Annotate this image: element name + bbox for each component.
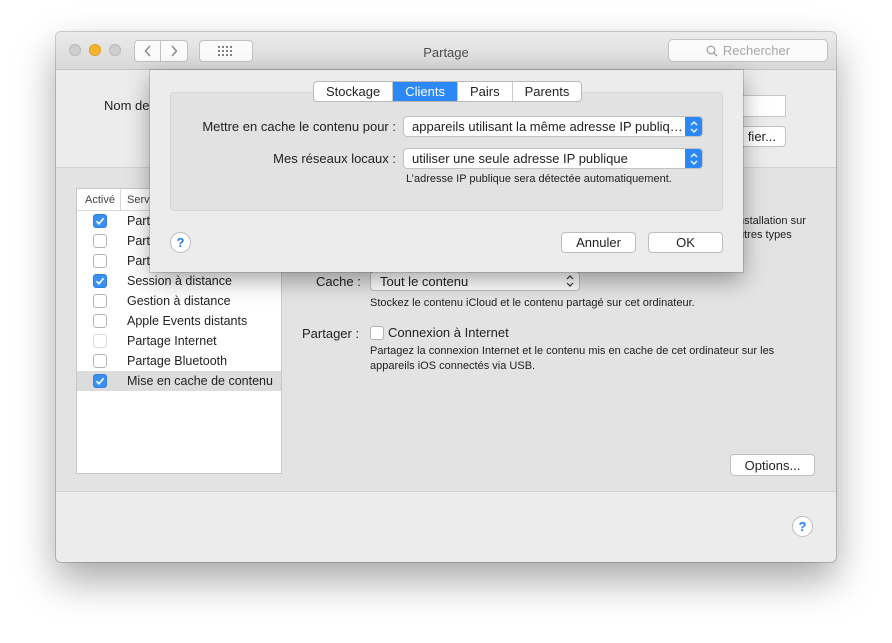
options-button[interactable]: Options... bbox=[730, 454, 815, 476]
service-checkbox[interactable] bbox=[93, 214, 107, 228]
search-icon bbox=[706, 45, 718, 57]
content-caching-sheet: Stockage Clients Pairs Parents Mettre en ca… bbox=[150, 70, 743, 272]
cache-label: Cache : bbox=[316, 274, 361, 289]
share-description-line2: appareils iOS connectés via USB. bbox=[370, 360, 536, 372]
service-label: Part bbox=[127, 234, 150, 248]
service-label: Mise en cache de contenu bbox=[127, 374, 273, 388]
local-networks-label: Mes réseaux locaux : bbox=[273, 151, 396, 166]
service-label: Part bbox=[127, 254, 150, 268]
updown-arrows-icon bbox=[685, 117, 702, 136]
service-row[interactable]: Gestion à distance bbox=[77, 291, 281, 311]
tab-pairs[interactable]: Pairs bbox=[458, 82, 513, 101]
internet-connection-label[interactable]: Connexion à Internet bbox=[388, 325, 509, 340]
cache-for-select-value: appareils utilisant la même adresse IP p… bbox=[412, 119, 684, 134]
public-ip-hint: L’adresse IP publique sera détectée auto… bbox=[406, 173, 672, 185]
cache-select-value: Tout le contenu bbox=[380, 273, 469, 289]
search-field[interactable]: Rechercher bbox=[668, 39, 828, 62]
cache-select[interactable]: Tout le contenu bbox=[370, 271, 580, 291]
service-row[interactable]: Apple Events distants bbox=[77, 311, 281, 331]
column-service-header[interactable]: Serv bbox=[121, 194, 150, 206]
service-checkbox[interactable] bbox=[93, 334, 107, 348]
service-label: Part bbox=[127, 214, 150, 228]
service-checkbox[interactable] bbox=[93, 354, 107, 368]
search-placeholder: Rechercher bbox=[722, 43, 791, 58]
sheet-help-button[interactable]: ? bbox=[170, 232, 191, 253]
cancel-button[interactable]: Annuler bbox=[561, 232, 636, 253]
service-checkbox[interactable] bbox=[93, 254, 107, 268]
computer-name-label: Nom de bbox=[104, 98, 150, 113]
service-checkbox[interactable] bbox=[93, 234, 107, 248]
tab-stockage[interactable]: Stockage bbox=[314, 82, 394, 101]
service-label: Apple Events distants bbox=[127, 314, 248, 328]
service-label: Session à distance bbox=[127, 274, 232, 288]
title-bar: Partage Rechercher bbox=[56, 32, 836, 70]
service-checkbox[interactable] bbox=[93, 294, 107, 308]
tab-parents[interactable]: Parents bbox=[513, 82, 582, 101]
service-checkbox[interactable] bbox=[93, 314, 107, 328]
column-active-header[interactable]: Activé bbox=[77, 189, 121, 210]
cache-for-label: Mettre en cache le contenu pour : bbox=[202, 119, 396, 134]
service-row[interactable]: Session à distance bbox=[77, 271, 281, 291]
internet-connection-checkbox[interactable] bbox=[370, 326, 384, 340]
service-label: Partage Bluetooth bbox=[127, 354, 228, 368]
checkmark-icon bbox=[95, 277, 105, 286]
service-row[interactable]: Mise en cache de contenu bbox=[77, 371, 281, 391]
service-row[interactable]: Partage Internet bbox=[77, 331, 281, 351]
tab-clients[interactable]: Clients bbox=[393, 82, 458, 101]
service-description-line2: utres types bbox=[738, 229, 792, 241]
service-checkbox[interactable] bbox=[93, 374, 107, 388]
updown-arrows-icon bbox=[685, 149, 702, 168]
share-label: Partager : bbox=[302, 326, 360, 341]
service-checkbox[interactable] bbox=[93, 274, 107, 288]
service-label: Partage Internet bbox=[127, 334, 217, 348]
checkmark-icon bbox=[95, 217, 105, 226]
service-description-line1: nstallation sur bbox=[738, 215, 806, 227]
checkmark-icon bbox=[95, 377, 105, 386]
cache-for-select[interactable]: appareils utilisant la même adresse IP p… bbox=[403, 116, 703, 137]
help-button[interactable]: ? bbox=[792, 516, 813, 537]
ok-button[interactable]: OK bbox=[648, 232, 723, 253]
share-description-line1: Partagez la connexion Internet et le con… bbox=[370, 345, 775, 357]
local-networks-select[interactable]: utiliser une seule adresse IP publique bbox=[403, 148, 703, 169]
updown-arrows-icon bbox=[566, 275, 574, 287]
service-row[interactable]: Partage Bluetooth bbox=[77, 351, 281, 371]
cache-description: Stockez le contenu iCloud et le contenu … bbox=[370, 297, 695, 309]
tab-bar: Stockage Clients Pairs Parents bbox=[313, 81, 583, 102]
local-networks-select-value: utiliser une seule adresse IP publique bbox=[412, 151, 628, 166]
service-label: Gestion à distance bbox=[127, 294, 231, 308]
